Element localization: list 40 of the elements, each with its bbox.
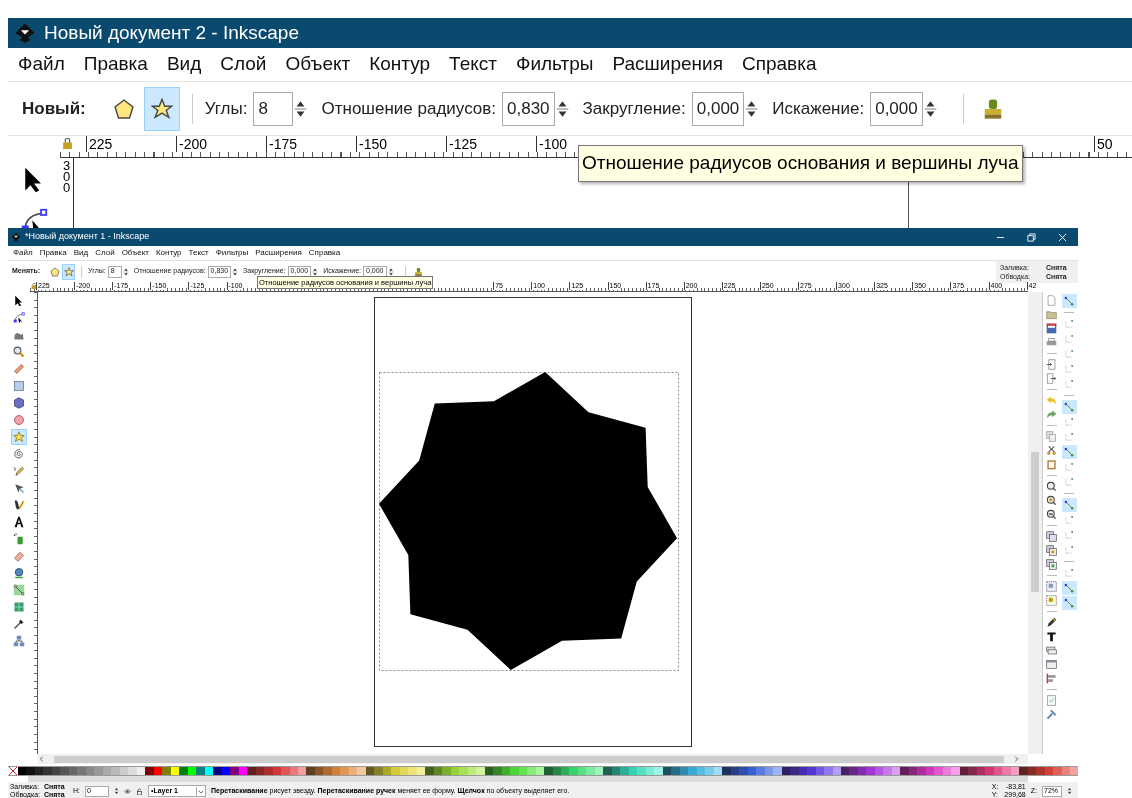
menu-item[interactable]: Вид xyxy=(166,50,202,79)
input-field[interactable]: 0,830 xyxy=(502,91,555,126)
menu-item[interactable]: Файл xyxy=(13,247,33,259)
field-label: Углы: xyxy=(204,97,248,120)
ruler-label: -150 xyxy=(356,136,388,152)
input-field[interactable]: 0,000 xyxy=(691,91,745,126)
menu-item[interactable]: Файл xyxy=(18,50,65,79)
ruler-label: 225 xyxy=(86,136,113,152)
menu-item[interactable]: Правка xyxy=(83,50,148,79)
menu-item[interactable]: Слой xyxy=(95,247,115,259)
menu-item[interactable]: Объект xyxy=(285,50,351,79)
tooltip: Отношение радиусов основания и вершины луча xyxy=(578,145,1023,182)
menu-item[interactable]: Расширения xyxy=(255,247,302,259)
menu-item[interactable]: Текст xyxy=(449,50,497,79)
ruler-label: 300 xyxy=(61,160,72,193)
menu-item[interactable]: Фильтры xyxy=(515,50,594,79)
menu-item[interactable]: Вид xyxy=(73,247,89,259)
ruler-label: -100 xyxy=(536,136,568,152)
window-title: Новый документ 2 - Inkscape xyxy=(44,20,299,45)
window-title: *Новый документ 1 - Inkscape xyxy=(25,230,150,244)
field-label: Отношение радиусов: xyxy=(321,97,497,120)
ruler-label: -200 xyxy=(176,136,208,152)
menu-item[interactable]: Текст xyxy=(188,247,209,259)
menu-item[interactable]: Контур xyxy=(155,247,182,259)
ruler-label: -175 xyxy=(266,136,298,152)
mode-label: Новый: xyxy=(22,97,86,120)
field-label: Искажение: xyxy=(772,97,865,120)
menu-item[interactable]: Слой xyxy=(220,50,267,79)
ruler-label: -125 xyxy=(446,136,478,152)
menu-item[interactable]: Правка xyxy=(39,247,67,259)
field-label: Закругление: xyxy=(582,97,686,120)
menu-item[interactable]: Фильтры xyxy=(215,247,249,259)
menu-item[interactable]: Справка xyxy=(741,50,817,79)
menu-item[interactable]: Справка xyxy=(308,247,341,259)
menu-item[interactable]: Контур xyxy=(369,50,431,79)
input-field[interactable]: 0,000 xyxy=(870,91,923,126)
menu-item[interactable]: Расширения xyxy=(612,50,723,79)
ruler-label: 50 xyxy=(1094,136,1113,152)
input-field[interactable]: 8 xyxy=(253,91,294,126)
menu-item[interactable]: Объект xyxy=(121,247,149,259)
